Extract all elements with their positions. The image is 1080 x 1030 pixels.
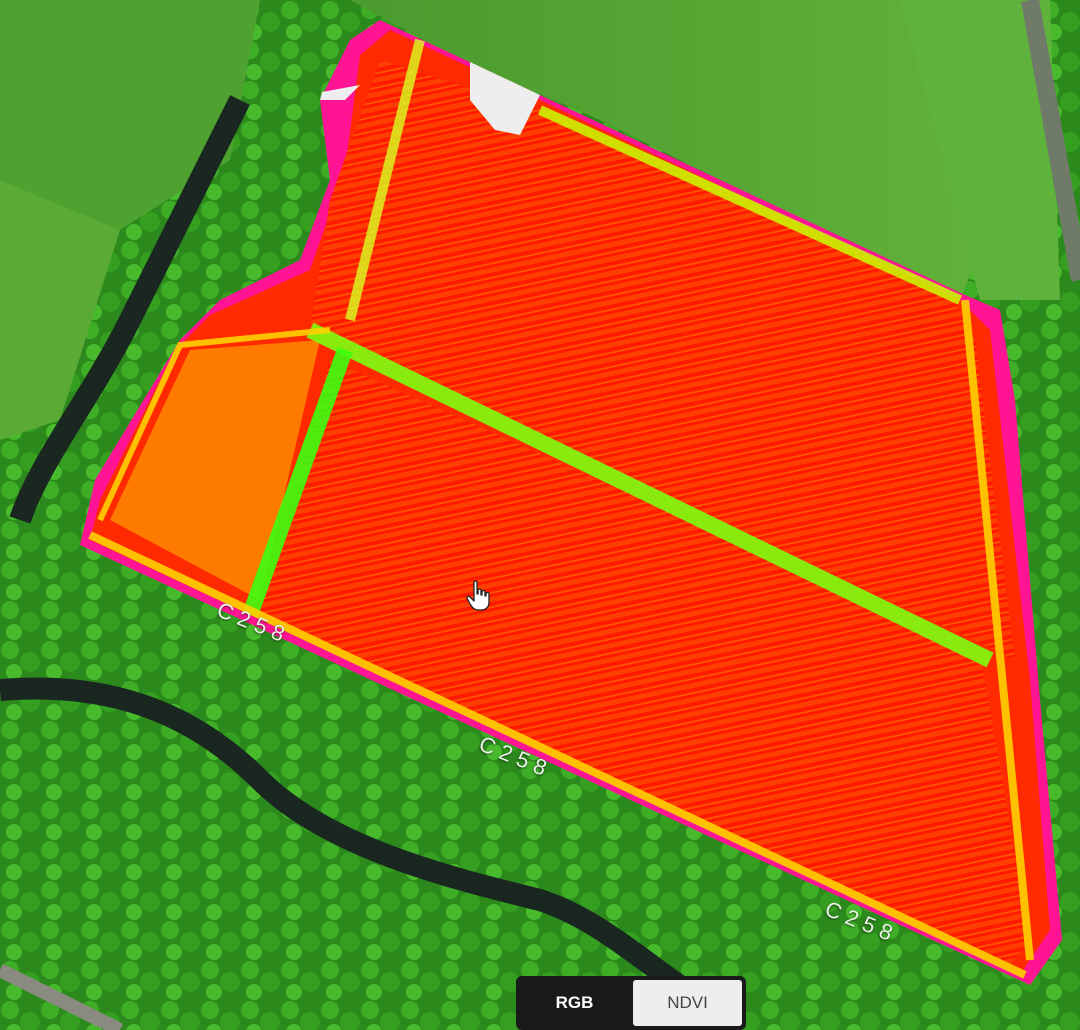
rgb-layer-button[interactable]: RGB xyxy=(520,980,629,1026)
hand-pointer-icon xyxy=(466,580,490,611)
layer-toggle: RGB NDVI xyxy=(516,976,746,1030)
aerial-map[interactable]: C258 C258 C258 xyxy=(0,0,1080,1030)
ndvi-layer-button[interactable]: NDVI xyxy=(633,980,742,1026)
map-canvas xyxy=(0,0,1080,1030)
